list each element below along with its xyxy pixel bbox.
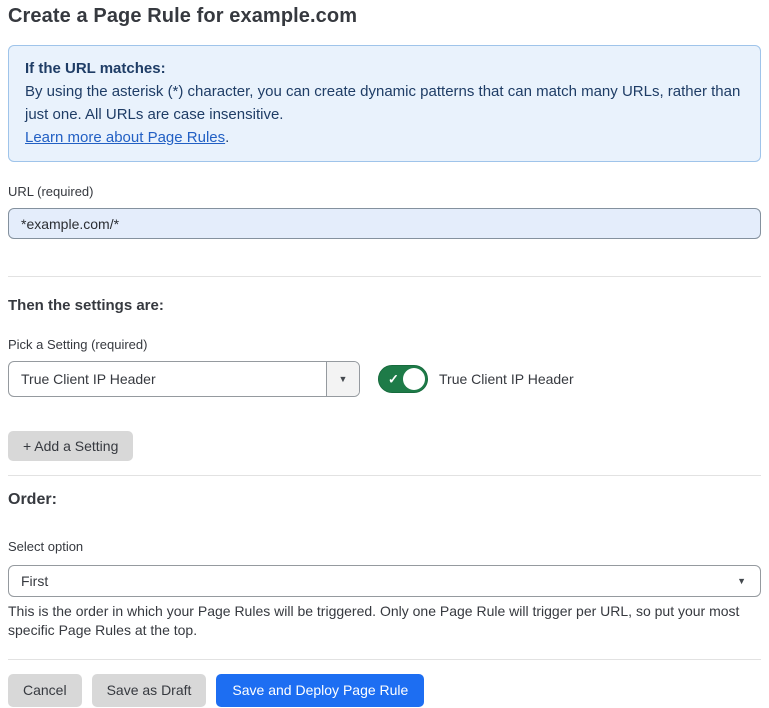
create-page-rule-form: Create a Page Rule for example.com If th… xyxy=(0,0,769,707)
toggle-label: True Client IP Header xyxy=(439,371,574,387)
link-suffix: . xyxy=(225,129,229,146)
setting-row: True Client IP Header ▼ ✓ True Client IP… xyxy=(8,361,761,397)
order-section-heading: Order: xyxy=(8,491,761,509)
settings-section-heading: Then the settings are: xyxy=(8,297,761,314)
form-actions: Cancel Save as Draft Save and Deploy Pag… xyxy=(8,674,761,707)
setting-select-arrow-button[interactable]: ▼ xyxy=(326,362,359,396)
order-select[interactable]: First ▼ xyxy=(8,565,761,597)
info-box-link-line: Learn more about Page Rules. xyxy=(25,126,744,149)
divider xyxy=(8,659,761,660)
order-help-text: This is the order in which your Page Rul… xyxy=(8,602,761,640)
chevron-down-icon: ▼ xyxy=(339,375,348,384)
setting-select-value: True Client IP Header xyxy=(9,362,326,396)
divider xyxy=(8,475,761,476)
pick-setting-label: Pick a Setting (required) xyxy=(8,337,761,352)
info-box-heading: If the URL matches: xyxy=(25,57,744,80)
divider xyxy=(8,276,761,277)
url-input[interactable] xyxy=(8,208,761,239)
info-box-body: By using the asterisk (*) character, you… xyxy=(25,80,744,126)
learn-more-link[interactable]: Learn more about Page Rules xyxy=(25,129,225,146)
setting-select[interactable]: True Client IP Header ▼ xyxy=(8,361,360,397)
checkmark-icon: ✓ xyxy=(388,373,399,386)
page-title: Create a Page Rule for example.com xyxy=(8,5,761,28)
save-as-draft-button[interactable]: Save as Draft xyxy=(92,674,207,707)
true-client-ip-toggle[interactable]: ✓ xyxy=(378,365,428,393)
save-and-deploy-button[interactable]: Save and Deploy Page Rule xyxy=(216,674,424,707)
url-label: URL (required) xyxy=(8,184,761,199)
url-match-info-box: If the URL matches: By using the asteris… xyxy=(8,45,761,162)
order-select-label: Select option xyxy=(8,539,761,554)
order-select-value: First xyxy=(21,573,48,589)
toggle-knob xyxy=(403,368,425,390)
chevron-down-icon: ▼ xyxy=(737,577,746,586)
cancel-button[interactable]: Cancel xyxy=(8,674,82,707)
add-setting-button[interactable]: + Add a Setting xyxy=(8,431,133,461)
